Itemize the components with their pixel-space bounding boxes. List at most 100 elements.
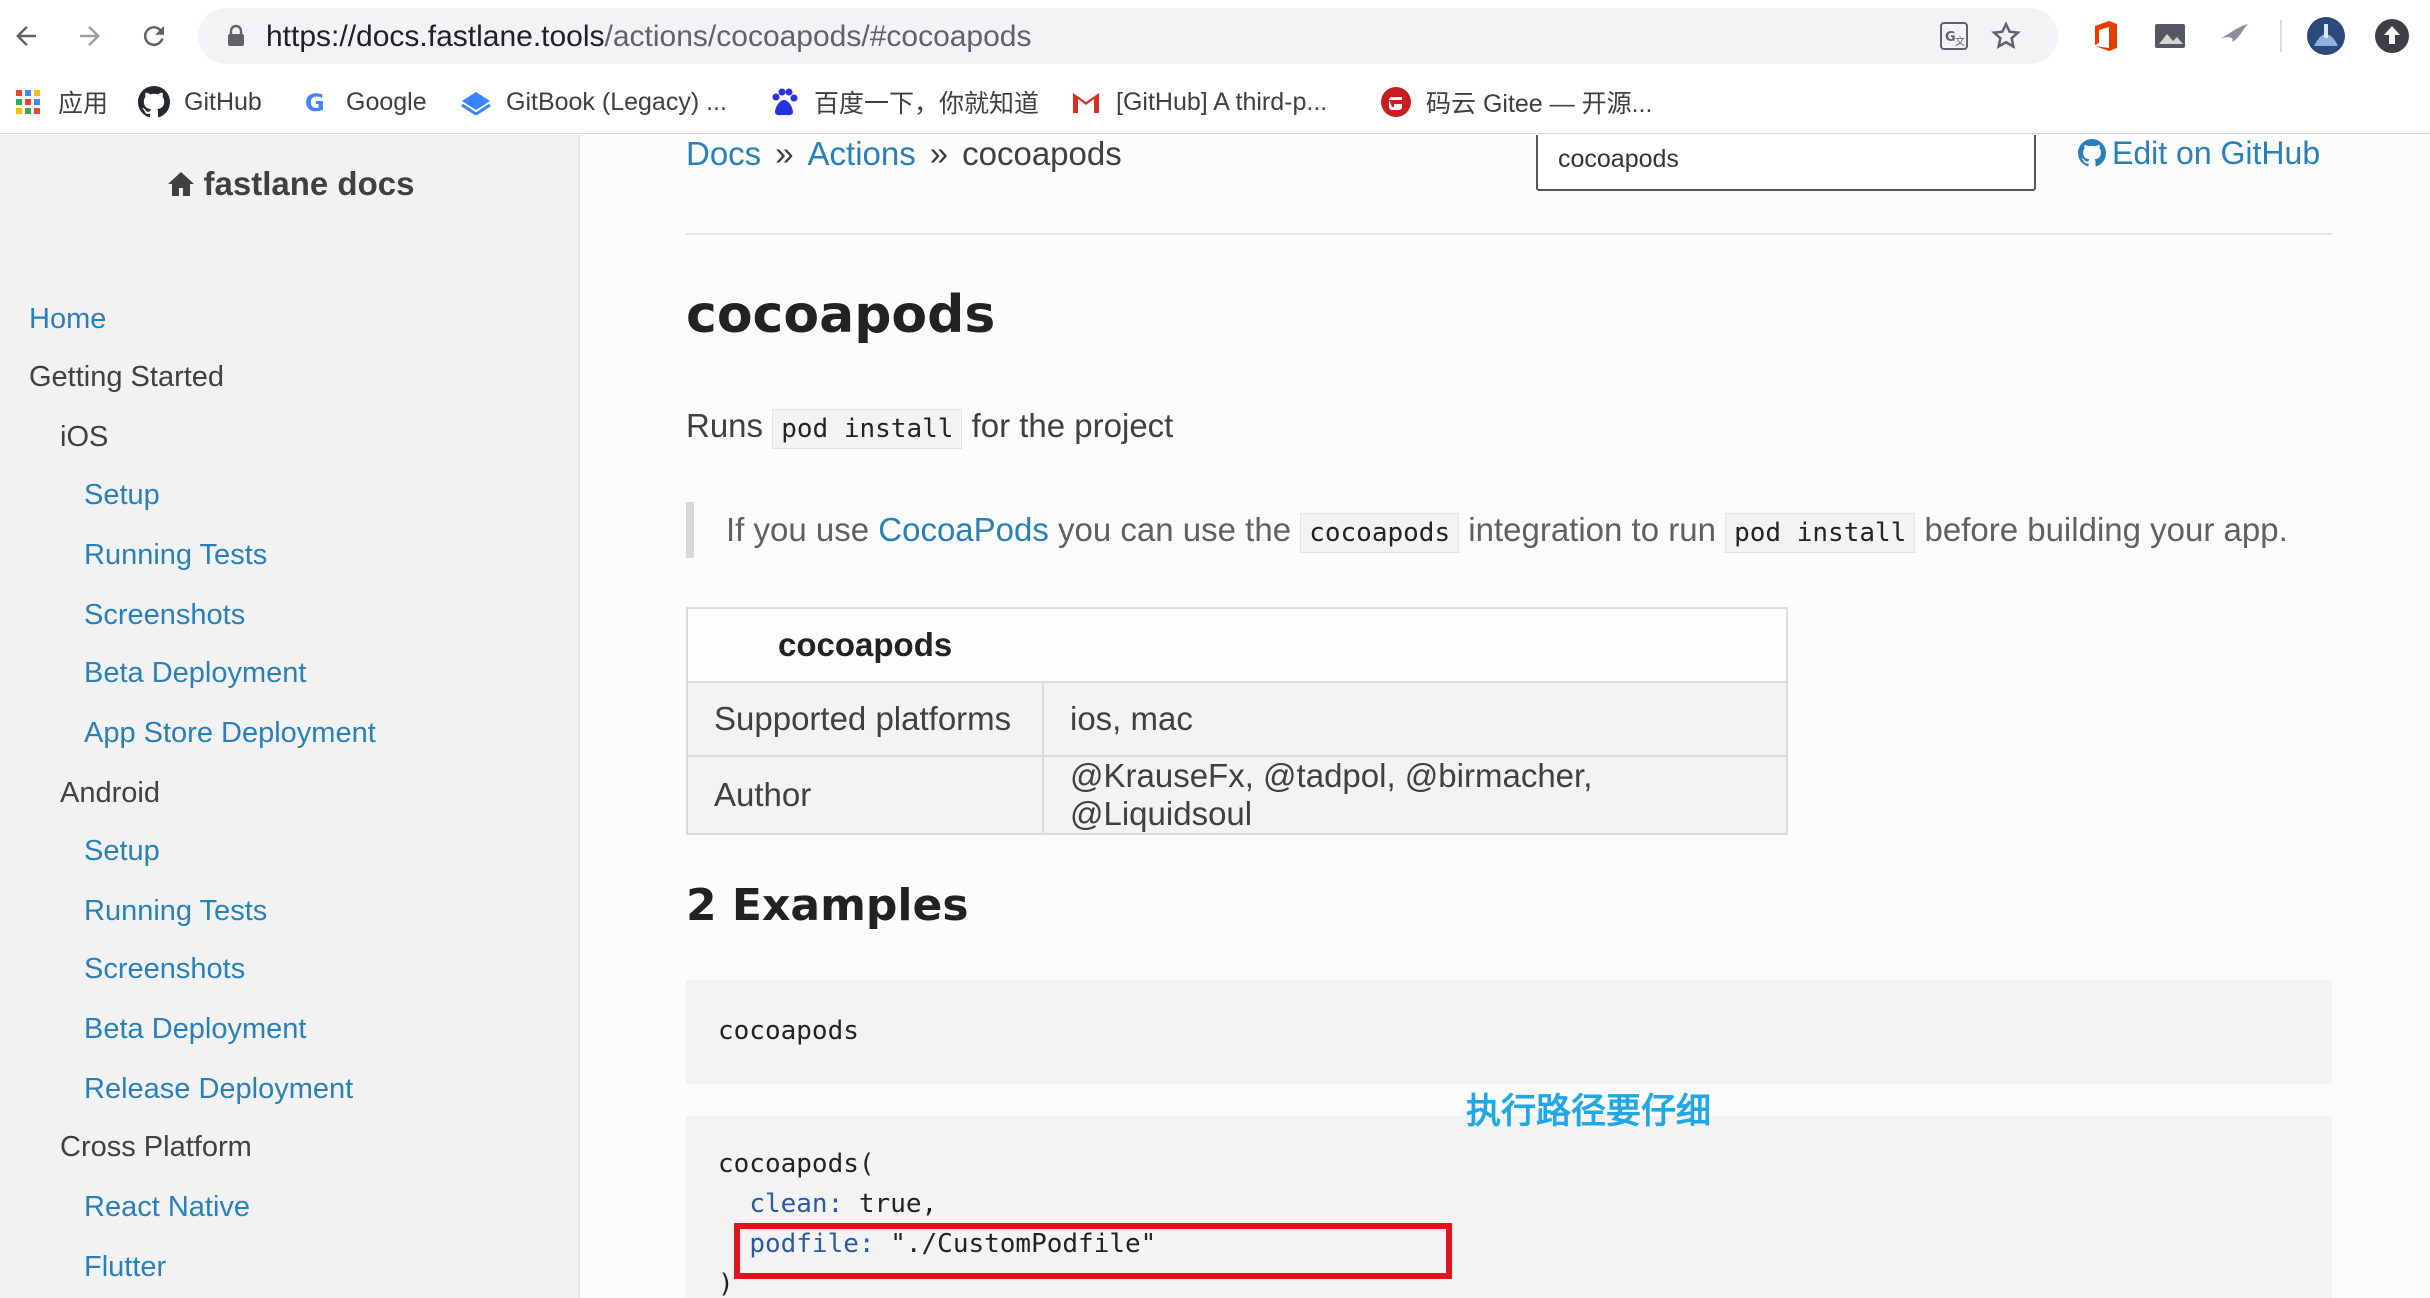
- sidebar-item-cross-platform[interactable]: Cross Platform: [60, 1131, 252, 1164]
- sidebar-item-react-native[interactable]: React Native: [84, 1191, 250, 1224]
- gitee-icon: [1380, 86, 1412, 118]
- bookmark-github[interactable]: GitHub: [138, 82, 262, 122]
- bookmark-google[interactable]: G Google: [300, 82, 427, 122]
- bookmark-label: 应用: [58, 90, 109, 118]
- bookmark-label: Google: [346, 87, 427, 116]
- quote-text: before building your app.: [1924, 511, 2288, 548]
- examples-heading: 2 Examples: [686, 880, 969, 931]
- brand[interactable]: fastlane docs: [0, 165, 580, 203]
- inline-code: pod install: [772, 409, 963, 449]
- bookmark-gitee[interactable]: 码云 Gitee — 开源...: [1380, 82, 1652, 122]
- sidebar-item-android[interactable]: Android: [60, 777, 160, 810]
- table-cell-value: @KrauseFx, @tadpol, @birmacher, @Liquids…: [1042, 755, 1788, 835]
- cocoapods-link[interactable]: CocoaPods: [878, 511, 1049, 548]
- page-title: cocoapods: [686, 285, 996, 345]
- gmail-icon: [1070, 86, 1102, 118]
- inline-code: cocoapods: [1300, 513, 1460, 553]
- breadcrumb-actions[interactable]: Actions: [808, 135, 916, 172]
- breadcrumb: Docs » Actions » cocoapods: [686, 135, 1122, 173]
- bookmark-gitbook[interactable]: GitBook (Legacy) ...: [460, 82, 727, 122]
- arrow-left-icon: [16, 26, 36, 46]
- forward-button[interactable]: [68, 14, 112, 58]
- bookmark-apps[interactable]: 应用: [12, 82, 108, 122]
- sidebar-item-android-setup[interactable]: Setup: [84, 835, 160, 868]
- github-icon: [2078, 139, 2107, 167]
- profile-avatar[interactable]: [2306, 16, 2346, 56]
- code-block-example-1: cocoapods: [686, 980, 2332, 1084]
- bookmark-label: [GitHub] A third-p...: [1116, 87, 1328, 116]
- main-content: Docs » Actions » cocoapods cocoapods Edit on…: [686, 135, 2332, 1298]
- sidebar-item-android-running-tests[interactable]: Running Tests: [84, 895, 267, 928]
- table-row: Supported platforms ios, mac: [686, 681, 1788, 757]
- table-cell-key: Author: [686, 755, 1044, 835]
- address-bar[interactable]: https://docs.fastlane.tools/actions/coco…: [198, 8, 2058, 64]
- code-line: cocoapods: [718, 1016, 859, 1046]
- reload-icon: [143, 26, 164, 47]
- sidebar-item-ios-running-tests[interactable]: Running Tests: [84, 539, 267, 572]
- sidebar-item-home[interactable]: Home: [29, 303, 106, 336]
- translate-icon[interactable]: G文: [1938, 20, 1970, 52]
- bookmark-label: GitBook (Legacy) ...: [506, 87, 727, 116]
- annotation-text: 执行路径要仔细: [1466, 1092, 1712, 1131]
- table-cell-value: ios, mac: [1042, 681, 1788, 757]
- image-extension-icon[interactable]: [2150, 16, 2190, 56]
- brand-label: fastlane docs: [203, 165, 415, 202]
- highlight-box: [734, 1223, 1452, 1279]
- description: Runs pod install for the project: [686, 407, 1173, 449]
- inline-code: pod install: [1725, 513, 1916, 553]
- table-cell-key: Supported platforms: [686, 681, 1044, 757]
- sidebar-item-ios-screenshots[interactable]: Screenshots: [84, 599, 245, 632]
- sidebar-item-app-store-deployment[interactable]: App Store Deployment: [84, 717, 376, 750]
- code-key: clean:: [749, 1189, 844, 1219]
- divider: [686, 233, 2332, 235]
- quote-text: If you use: [726, 511, 870, 548]
- sidebar-item-getting-started[interactable]: Getting Started: [29, 361, 224, 394]
- page-viewport: fastlane docs Home Getting Started iOS S…: [0, 135, 2430, 1298]
- back-button[interactable]: [4, 14, 48, 58]
- reload-button[interactable]: [132, 14, 176, 58]
- sidebar-item-ios-setup[interactable]: Setup: [84, 479, 160, 512]
- table-header-row: cocoapods: [686, 607, 1788, 683]
- quote-text: you can use the: [1058, 511, 1292, 548]
- search-input[interactable]: cocoapods: [1536, 135, 2036, 191]
- sidebar-item-ios-beta-deployment[interactable]: Beta Deployment: [84, 657, 306, 690]
- github-icon: [138, 86, 170, 118]
- update-icon[interactable]: [2372, 16, 2412, 56]
- bookmark-label: 百度一下，你就知道: [814, 90, 1040, 118]
- svg-text:文: 文: [1955, 35, 1965, 48]
- sidebar-item-release-deployment[interactable]: Release Deployment: [84, 1073, 353, 1106]
- breadcrumb-separator: »: [929, 135, 949, 172]
- gitbook-icon: [460, 86, 492, 118]
- table-header: cocoapods: [686, 607, 1788, 683]
- blockquote: If you use CocoaPods you can use the coc…: [686, 502, 2332, 558]
- bookmark-gmail[interactable]: [GitHub] A third-p...: [1070, 82, 1327, 122]
- bookmark-label: GitHub: [184, 87, 262, 116]
- svg-text:G: G: [305, 89, 325, 116]
- sidebar-item-ios[interactable]: iOS: [60, 421, 108, 454]
- browser-toolbar: https://docs.fastlane.tools/actions/coco…: [0, 0, 2430, 72]
- edit-on-github-link[interactable]: Edit on GitHub: [2078, 135, 2320, 172]
- code-line: clean: true,: [718, 1184, 2300, 1224]
- action-info-table: cocoapods Supported platforms ios, mac A…: [686, 607, 1788, 835]
- bookmark-label: 码云 Gitee — 开源...: [1426, 90, 1653, 118]
- google-icon: G: [300, 86, 332, 118]
- lock-icon: [226, 24, 246, 53]
- code-value: true,: [858, 1189, 938, 1219]
- sidebar-item-flutter[interactable]: Flutter: [84, 1251, 166, 1284]
- sidebar-item-android-screenshots[interactable]: Screenshots: [84, 953, 245, 986]
- bird-extension-icon[interactable]: [2214, 16, 2254, 56]
- toolbar-divider: [2280, 20, 2282, 52]
- apps-grid-icon: [12, 86, 44, 118]
- edit-on-github-label: Edit on GitHub: [2112, 135, 2321, 171]
- baidu-icon: [768, 86, 800, 118]
- office-extension-icon[interactable]: [2086, 16, 2126, 56]
- breadcrumb-separator: »: [775, 135, 794, 172]
- breadcrumb-docs[interactable]: Docs: [686, 135, 761, 172]
- bookmark-star-icon[interactable]: [1990, 20, 2022, 52]
- home-icon: [167, 172, 194, 196]
- bookmark-baidu[interactable]: 百度一下，你就知道: [768, 82, 1039, 122]
- breadcrumb-current: cocoapods: [962, 135, 1122, 172]
- sidebar: fastlane docs Home Getting Started iOS S…: [0, 135, 580, 1298]
- sidebar-item-android-beta-deployment[interactable]: Beta Deployment: [84, 1013, 306, 1046]
- bookmarks-bar: 应用 GitHub G Google GitBook (Legacy) ... …: [0, 72, 2430, 134]
